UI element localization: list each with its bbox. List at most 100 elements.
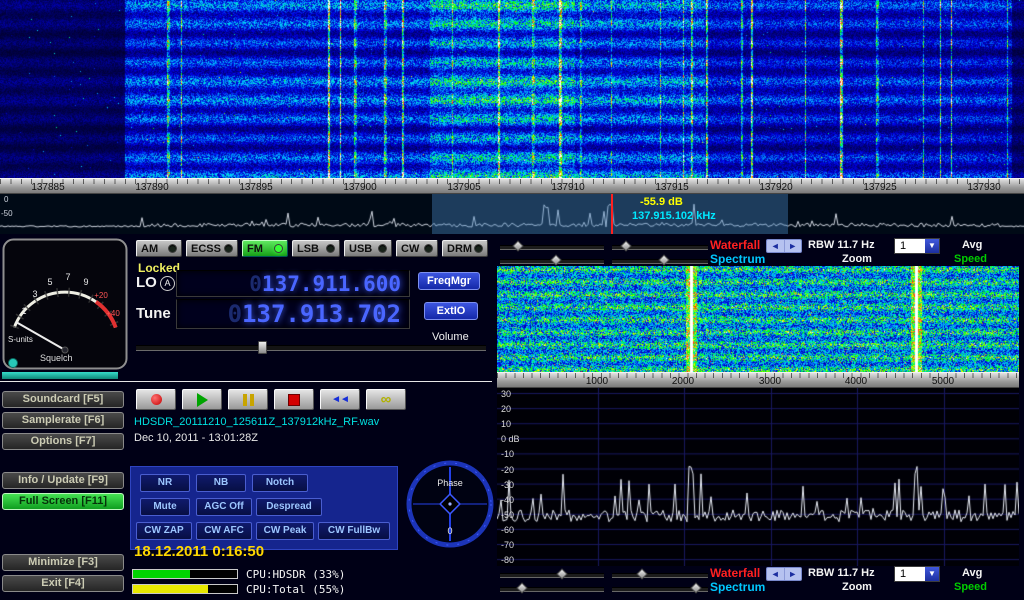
nr-button[interactable]: NR [140, 474, 190, 492]
speed-label: Speed [954, 253, 987, 265]
mode-label: CW [401, 243, 419, 255]
db-axis-label: -80 [501, 555, 514, 565]
frequency-ruler[interactable]: 137885 137890 137895 137900 137905 13791… [0, 178, 1024, 194]
db-axis-label: 10 [501, 419, 511, 429]
ruler-label: 137895 [226, 182, 286, 193]
scroll-left-icon[interactable]: ◄ [767, 568, 785, 580]
db-axis-label: -50 [501, 510, 514, 520]
nb-button[interactable]: NB [196, 474, 246, 492]
avg-label: Avg [962, 239, 982, 251]
ruler-label: 137930 [954, 182, 1014, 193]
ruler-label: 137915 [642, 182, 702, 193]
waterfall-brightness-slider-2[interactable] [500, 573, 604, 578]
mode-button-drm[interactable]: DRM [442, 240, 488, 257]
despread-button[interactable]: Despread [256, 498, 322, 516]
zoom-spectrum-display[interactable] [497, 388, 1019, 566]
scroll-right-icon[interactable]: ► [785, 240, 802, 252]
speed-select[interactable]: 1 ▼ [894, 238, 940, 254]
tune-frequency-display[interactable]: 0137.913.702 [176, 299, 410, 329]
scale-label: 1000 [572, 376, 622, 387]
freqmgr-button[interactable]: FreqMgr [418, 272, 480, 290]
mode-button-fm[interactable]: FM [242, 240, 288, 257]
meter-tick-7: 7 [65, 272, 70, 282]
mode-button-lsb[interactable]: LSB [292, 240, 340, 257]
dropdown-arrow-icon[interactable]: ▼ [925, 567, 939, 581]
info-update-button[interactable]: Info / Update [F9] [2, 472, 124, 489]
passband-highlight[interactable] [432, 194, 788, 234]
volume-label: Volume [432, 331, 469, 343]
lo-frequency-display[interactable]: 0137.911.600 [176, 270, 410, 297]
scale-label: 2000 [658, 376, 708, 387]
cw-zap-button[interactable]: CW ZAP [136, 522, 192, 540]
spectrum-preview[interactable]: 0 -50 -55.9 dB 137.915.102 kHz [0, 194, 1024, 234]
db-axis-label: 0 dB [501, 434, 520, 444]
recording-timestamp: Dec 10, 2011 - 13:01:28Z [134, 432, 258, 444]
dropdown-arrow-icon[interactable]: ▼ [925, 239, 939, 253]
s-meter[interactable]: 1 3 5 7 9 +20 +40 S-units Squelch [2, 238, 128, 370]
zoom-frequency-scale[interactable]: 1000 2000 3000 4000 5000 [497, 372, 1019, 388]
samplerate-button[interactable]: Samplerate [F6] [2, 412, 124, 429]
volume-slider[interactable] [136, 345, 486, 351]
record-button[interactable] [136, 389, 176, 410]
phase-dial[interactable]: Phase 0 [406, 460, 494, 548]
fullscreen-button[interactable]: Full Screen [F11] [2, 493, 124, 510]
pause-icon [243, 394, 254, 406]
scroll-left-icon[interactable]: ◄ [767, 240, 785, 252]
soundcard-button[interactable]: Soundcard [F5] [2, 391, 124, 408]
agc-button[interactable]: AGC Off [196, 498, 252, 516]
main-waterfall-display[interactable] [0, 0, 1024, 178]
rewind-button[interactable]: ◄◄ [320, 389, 360, 410]
speed-select-value-2: 1 [895, 567, 925, 581]
mode-button-cw[interactable]: CW [396, 240, 438, 257]
exit-button[interactable]: Exit [F4] [2, 575, 124, 592]
meter-tick-20: +20 [94, 291, 108, 300]
stop-icon [288, 394, 300, 406]
pause-button[interactable] [228, 389, 268, 410]
mode-button-am[interactable]: AM [136, 240, 182, 257]
scroll-right-icon[interactable]: ► [785, 568, 802, 580]
tune-digits[interactable]: 137.913.702 [242, 300, 401, 328]
zoom-waterfall-display[interactable] [497, 266, 1019, 372]
ruler-label: 137920 [746, 182, 806, 193]
mode-led [378, 244, 387, 253]
play-button[interactable] [182, 389, 222, 410]
squelch-level-bar [2, 372, 118, 379]
ruler-label: 137890 [122, 182, 182, 193]
mode-label: FM [247, 243, 263, 255]
mode-button-usb[interactable]: USB [344, 240, 392, 257]
scroll-arrows-2[interactable]: ◄ ► [766, 567, 802, 581]
cw-fullbw-button[interactable]: CW FullBw [318, 522, 390, 540]
scroll-arrows[interactable]: ◄ ► [766, 239, 802, 253]
cw-peak-button[interactable]: CW Peak [256, 522, 314, 540]
minimize-button[interactable]: Minimize [F3] [2, 554, 124, 571]
waterfall-contrast-slider-2[interactable] [612, 573, 708, 578]
options-button[interactable]: Options [F7] [2, 433, 124, 450]
squelch-thumb[interactable] [9, 359, 18, 368]
preview-axis-0: 0 [4, 195, 8, 204]
speed-select-2[interactable]: 1 ▼ [894, 566, 940, 582]
tune-label: Tune [136, 305, 171, 322]
volume-slider-thumb[interactable] [258, 341, 267, 354]
s-units-label: S-units [8, 335, 33, 344]
lo-a-badge[interactable]: A [160, 276, 175, 291]
notch-button[interactable]: Notch [252, 474, 308, 492]
rbw-label: RBW 11.7 Hz [808, 239, 875, 251]
mode-button-ecss[interactable]: ECSS [186, 240, 238, 257]
loop-icon: ∞ [381, 395, 392, 405]
lo-digits[interactable]: 137.911.600 [262, 272, 401, 296]
meter-tick-5: 5 [47, 277, 52, 287]
waterfall-section-label: Waterfall [710, 238, 760, 252]
meter-tick-40: +40 [106, 309, 120, 318]
ruler-label: 137885 [18, 182, 78, 193]
loop-button[interactable]: ∞ [366, 389, 406, 410]
mute-button[interactable]: Mute [140, 498, 190, 516]
cw-afc-button[interactable]: CW AFC [196, 522, 252, 540]
stop-button[interactable] [274, 389, 314, 410]
mode-label: LSB [297, 243, 319, 255]
mode-led [224, 244, 233, 253]
waterfall-section-label-2: Waterfall [710, 566, 760, 580]
avg-label-2: Avg [962, 567, 982, 579]
cpu-hdsdr-bar [132, 569, 238, 579]
db-axis-label: -60 [501, 525, 514, 535]
extio-button[interactable]: ExtIO [424, 302, 478, 320]
